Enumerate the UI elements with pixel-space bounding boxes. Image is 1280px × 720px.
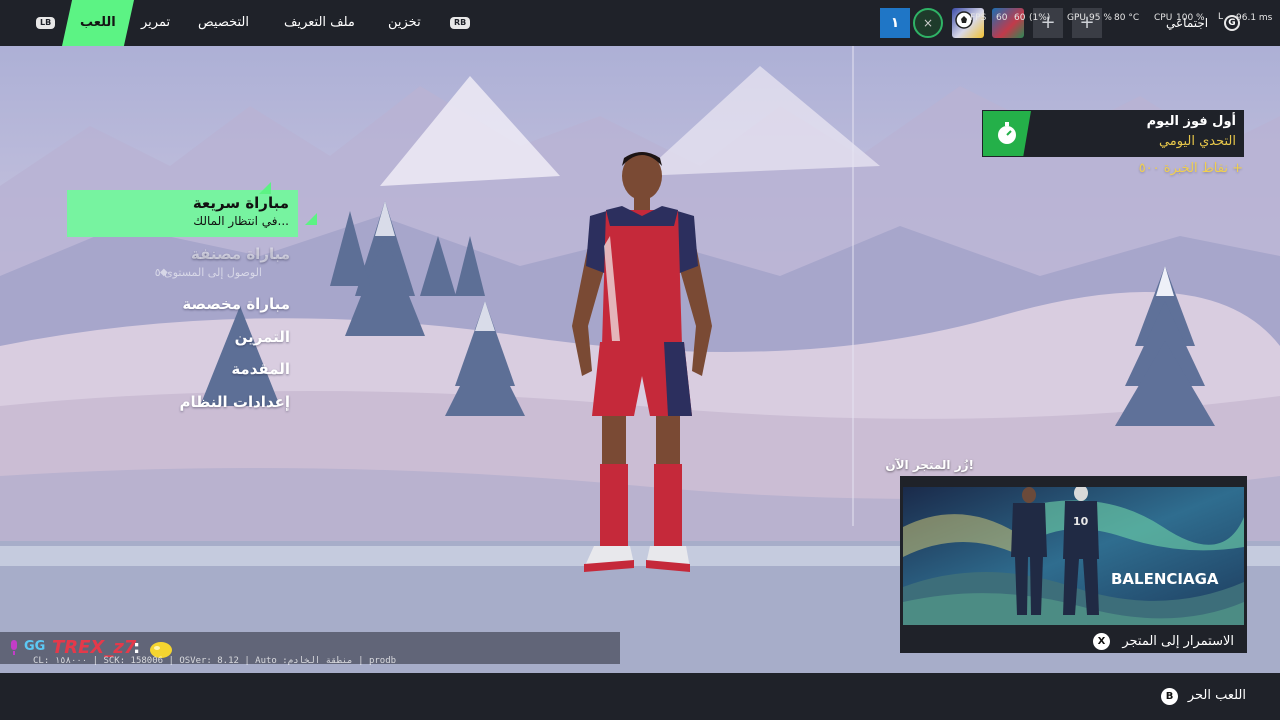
tab-profile[interactable]: ملف التعريف bbox=[284, 14, 355, 32]
challenge-subtitle: التحدي اليومي bbox=[1158, 134, 1236, 149]
lb-bumper-hint[interactable]: LB bbox=[36, 17, 56, 29]
tab-pass[interactable]: تمرير bbox=[141, 14, 170, 32]
training-item[interactable]: التمرين bbox=[235, 327, 290, 347]
corner-accent-icon bbox=[305, 213, 317, 225]
challenge-xp-reward: نقاط الخبرة ٥٠٠ + bbox=[1138, 161, 1243, 176]
gpu-label: GPU bbox=[1067, 13, 1086, 23]
microphone-icon[interactable] bbox=[9, 640, 19, 656]
debug-info-line: CL: ١٥٨٠٠٠ | SCK: 158006 | OSVer: 8.12 |… bbox=[33, 656, 397, 666]
mute-icon[interactable]: × bbox=[913, 8, 943, 38]
latency-label: L bbox=[1218, 12, 1224, 22]
intro-item[interactable]: المقدمة bbox=[231, 359, 290, 379]
custom-match-item[interactable]: مباراة مخصصة bbox=[182, 294, 290, 314]
social-label[interactable]: اجتماعي bbox=[1166, 14, 1208, 32]
rb-bumper-hint[interactable]: RB bbox=[450, 17, 471, 29]
player-character bbox=[572, 152, 712, 572]
ranked-match-item[interactable]: مباراة مصنفة bbox=[191, 244, 290, 264]
chat-badge: GG bbox=[24, 639, 46, 654]
tab-store[interactable]: تخزين bbox=[388, 14, 421, 32]
shop-promo-heading: زُر المتجر الآن! bbox=[885, 458, 974, 472]
gpu-value: 95 % bbox=[1089, 13, 1112, 23]
quick-match-status: في انتظار المالك... bbox=[193, 214, 289, 228]
top-nav-bar: LB اللعب تمرير التخصيص ملف التعريف تخزين… bbox=[0, 0, 1280, 46]
fps-value: 60 bbox=[996, 13, 1008, 23]
quick-match-title: مباراة سريعة bbox=[192, 194, 289, 212]
continue-to-store-label[interactable]: الاستمرار إلى المتجر bbox=[1122, 633, 1234, 651]
system-settings-item[interactable]: إعدادات النظام bbox=[180, 392, 290, 412]
stopwatch-icon bbox=[998, 122, 1016, 144]
balenciaga-kit-art: 10 BALENCIAGA bbox=[903, 487, 1244, 625]
b-button-icon[interactable]: B bbox=[1161, 688, 1178, 705]
gpu-temp: 80 °C bbox=[1114, 13, 1140, 23]
fps-target: 60 bbox=[1014, 13, 1026, 23]
challenge-title: أول فوز اليوم bbox=[1146, 114, 1236, 129]
brand-logo-text: BALENCIAGA bbox=[1111, 570, 1219, 588]
jersey-number: 10 bbox=[1073, 515, 1089, 528]
fps-label: FPS bbox=[970, 13, 987, 23]
fps-percent: (1%) bbox=[1029, 13, 1051, 23]
tab-play[interactable]: اللعب bbox=[80, 14, 116, 32]
latency-value: 96.1 ms bbox=[1236, 13, 1273, 23]
bottom-bar bbox=[0, 673, 1280, 720]
tab-customize[interactable]: التخصيص bbox=[198, 14, 249, 32]
free-play-label[interactable]: اللعب الحر bbox=[1188, 687, 1246, 705]
shop-promo-image[interactable]: 10 BALENCIAGA bbox=[903, 487, 1244, 625]
x-button-icon[interactable]: X bbox=[1093, 633, 1110, 650]
ranked-match-requirement: الوصول إلى المستوى ٥ bbox=[154, 266, 262, 279]
party-count-badge[interactable]: ١ bbox=[880, 8, 910, 38]
